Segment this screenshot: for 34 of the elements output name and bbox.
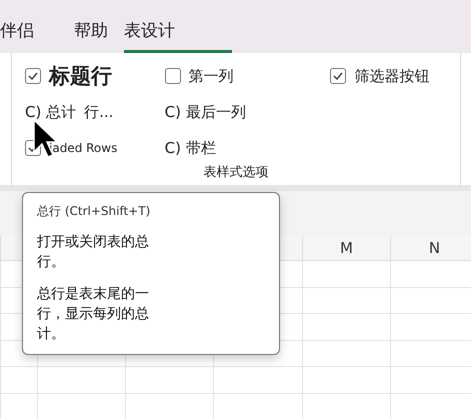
grid-cell[interactable] (125, 367, 213, 394)
grid-cell[interactable] (37, 367, 125, 394)
grid-cell[interactable] (390, 340, 471, 367)
option-label: 标题行 (49, 63, 112, 90)
grid-cell[interactable] (302, 314, 390, 340)
checkbox[interactable] (164, 68, 181, 84)
grid-cell[interactable] (213, 367, 302, 394)
grid-cell[interactable] (390, 261, 471, 288)
ribbon-tab[interactable]: 伴侣 (0, 20, 34, 53)
column-header[interactable]: N (428, 239, 440, 257)
checkbox[interactable] (330, 68, 346, 84)
option-label: 行... (84, 102, 114, 122)
option-label: C) 最后一列 (164, 102, 246, 122)
check-icon (333, 72, 344, 80)
grid-cell[interactable] (390, 314, 471, 340)
option-label: 筛选器按钮 (354, 66, 430, 86)
grid-cell[interactable] (0, 367, 37, 394)
grid-cell[interactable] (390, 367, 471, 394)
grid-cell[interactable] (390, 288, 471, 314)
option-label: C) 带栏 (164, 138, 216, 158)
checkbox[interactable] (25, 68, 41, 84)
check-icon (28, 72, 38, 80)
grid-cell[interactable] (302, 261, 390, 288)
tooltip-title: 总行 (Ctrl+Shift+T) (37, 203, 152, 220)
grid-cell[interactable] (302, 340, 390, 367)
tooltip-text: 打开或关闭表的总行。 (37, 233, 150, 272)
grid-cell[interactable] (302, 288, 390, 314)
option-label: 第一列 (188, 66, 234, 86)
option-label: C) 总计 (25, 102, 76, 122)
tooltip-text: 总行是表末尾的一行，显示每列的总计。 (37, 285, 150, 344)
ribbon-tab[interactable]: 帮助 (74, 20, 108, 53)
grid-cell[interactable] (302, 367, 390, 394)
column-header[interactable]: M (340, 239, 353, 257)
group-label: 表样式选项 (204, 165, 268, 180)
